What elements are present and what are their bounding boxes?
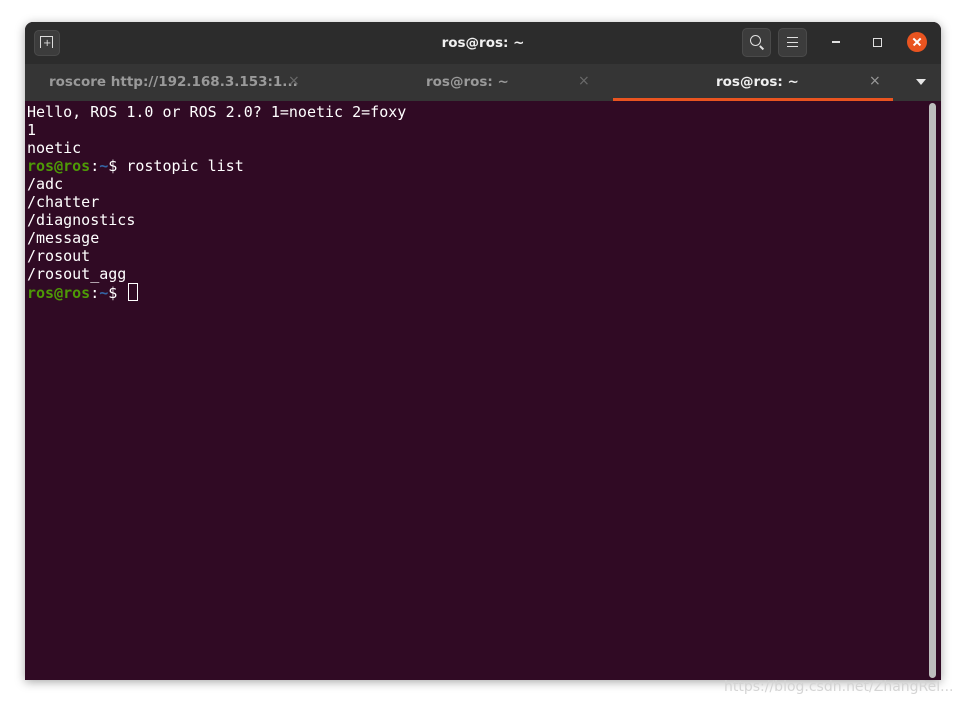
tab-ros-2[interactable]: ros@ros: ~ ×	[613, 64, 893, 101]
terminal-output[interactable]: Hello, ROS 1.0 or ROS 2.0? 1=noetic 2=fo…	[25, 101, 934, 680]
output-line: /adc	[27, 175, 64, 193]
title-bar[interactable]: + ros@ros: ~	[25, 22, 941, 64]
command-line: ros@ros:~$ rostopic list	[27, 157, 244, 175]
terminal-window: + ros@ros: ~ roscore http://192.168.3.15…	[25, 22, 941, 680]
prompt-symbol: $	[108, 157, 118, 175]
chevron-down-icon[interactable]	[916, 79, 926, 85]
command-text: rostopic list	[117, 157, 244, 175]
tab-close-icon[interactable]: ×	[869, 73, 881, 89]
text-cursor	[128, 283, 139, 301]
tab-close-icon[interactable]: ×	[288, 73, 300, 89]
tab-label: ros@ros: ~	[716, 74, 799, 90]
prompt-path: ~	[99, 284, 109, 302]
tab-roscore[interactable]: roscore http://192.168.3.153:1... ×	[25, 64, 322, 101]
output-line: 1	[27, 121, 37, 139]
tab-bar: roscore http://192.168.3.153:1... × ros@…	[25, 64, 941, 101]
watermark: https://blog.csdn.net/ZhangRel...	[724, 679, 954, 695]
menu-button[interactable]	[778, 28, 807, 57]
output-line: Hello, ROS 1.0 or ROS 2.0? 1=noetic 2=fo…	[27, 103, 407, 121]
output-line: /chatter	[27, 193, 100, 211]
prompt-path: ~	[99, 157, 109, 175]
output-line: /rosout	[27, 247, 91, 265]
tab-close-icon[interactable]: ×	[578, 73, 590, 89]
output-line: /diagnostics	[27, 211, 136, 229]
scrollbar[interactable]	[929, 103, 936, 678]
output-line: noetic	[27, 139, 82, 157]
prompt-user: ros@ros	[27, 157, 91, 175]
prompt-line[interactable]: ros@ros:~$	[27, 283, 139, 302]
maximize-icon[interactable]	[873, 38, 882, 47]
tab-ros-1[interactable]: ros@ros: ~ ×	[322, 64, 613, 101]
prompt-symbol: $	[108, 284, 118, 302]
tab-label: roscore http://192.168.3.153:1...	[49, 74, 298, 90]
close-button[interactable]	[907, 32, 927, 52]
output-line: /message	[27, 229, 100, 247]
tab-label: ros@ros: ~	[426, 74, 509, 90]
output-line: /rosout_agg	[27, 265, 127, 283]
prompt-user: ros@ros	[27, 284, 91, 302]
search-button[interactable]	[742, 28, 771, 57]
minimize-icon[interactable]	[832, 41, 840, 43]
